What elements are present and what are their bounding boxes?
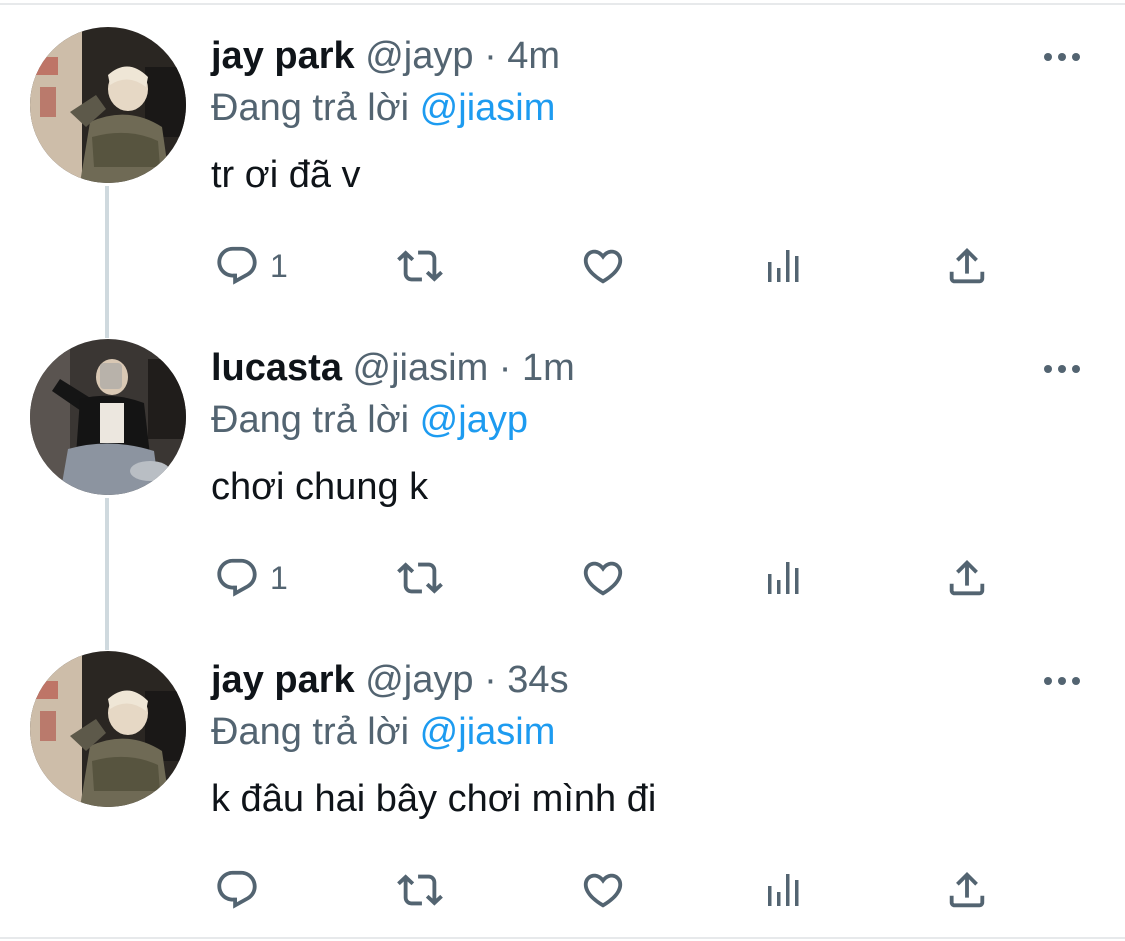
speech-bubble-icon xyxy=(217,870,257,909)
replying-to-label: Đang trả lời xyxy=(211,87,410,129)
separator-dot: · xyxy=(484,659,497,701)
share-button[interactable] xyxy=(944,236,990,296)
display-name[interactable]: jay park xyxy=(211,659,355,701)
tweet[interactable]: jay park @jayp · 4m Đang trả lời @jiasim… xyxy=(0,0,1125,312)
heart-icon xyxy=(583,561,623,596)
reply-count: 1 xyxy=(270,247,288,284)
timestamp[interactable]: 34s xyxy=(507,659,568,701)
replying-to: Đang trả lời @jayp xyxy=(211,396,528,444)
analytics-button[interactable] xyxy=(766,548,806,608)
tweet-text: tr ơi đã v xyxy=(211,154,361,196)
retweet-arrows-icon xyxy=(397,562,443,594)
speech-bubble-icon xyxy=(217,246,257,285)
heart-icon xyxy=(583,873,623,908)
tweet-header: jay park @jayp · 4m xyxy=(211,32,560,80)
separator-dot: · xyxy=(498,347,512,389)
heart-icon xyxy=(583,249,623,284)
action-bar: 1 xyxy=(0,548,1125,608)
bar-chart-icon xyxy=(768,874,799,906)
analytics-button[interactable] xyxy=(766,860,806,920)
mention-link[interactable]: @jiasim xyxy=(420,87,556,129)
bottom-divider xyxy=(0,937,1125,939)
retweet-button[interactable] xyxy=(392,548,448,608)
bar-chart-icon xyxy=(768,250,799,282)
mention-link[interactable]: @jayp xyxy=(420,399,528,441)
reply-button[interactable] xyxy=(214,860,270,920)
user-handle[interactable]: @jayp xyxy=(365,659,473,701)
retweet-button[interactable] xyxy=(392,860,448,920)
replying-to-label: Đang trả lời xyxy=(211,711,410,753)
action-bar xyxy=(0,860,1125,920)
timestamp[interactable]: 1m xyxy=(522,347,575,389)
retweet-arrows-icon xyxy=(397,250,443,282)
like-button[interactable] xyxy=(580,548,626,608)
three-dots-icon xyxy=(1044,677,1080,685)
mention-link[interactable]: @jiasim xyxy=(420,711,556,753)
three-dots-icon xyxy=(1044,53,1080,61)
avatar[interactable] xyxy=(30,651,186,807)
three-dots-icon xyxy=(1044,365,1080,373)
share-upload-icon xyxy=(949,871,985,908)
action-bar: 1 xyxy=(0,236,1125,296)
replying-to-label: Đang trả lời xyxy=(211,399,410,441)
timestamp[interactable]: 4m xyxy=(507,35,560,77)
retweet-arrows-icon xyxy=(397,874,443,906)
user-handle[interactable]: @jiasim xyxy=(353,347,489,389)
more-options-button[interactable] xyxy=(1040,666,1084,696)
tweet[interactable]: jay park @jayp · 34s Đang trả lời @jiasi… xyxy=(0,624,1125,936)
tweet-text: k đâu hai bây chơi mình đi xyxy=(211,778,657,820)
analytics-button[interactable] xyxy=(766,236,806,296)
display-name[interactable]: jay park xyxy=(211,35,355,77)
reply-count: 1 xyxy=(270,559,288,596)
share-upload-icon xyxy=(949,559,985,596)
tweet-header: lucasta @jiasim · 1m xyxy=(211,344,575,392)
retweet-button[interactable] xyxy=(392,236,448,296)
tweet-header: jay park @jayp · 34s xyxy=(211,656,569,704)
more-options-button[interactable] xyxy=(1040,354,1084,384)
display-name[interactable]: lucasta xyxy=(211,347,342,389)
like-button[interactable] xyxy=(580,236,626,296)
tweet[interactable]: lucasta @jiasim · 1m Đang trả lời @jayp … xyxy=(0,312,1125,624)
speech-bubble-icon xyxy=(217,558,257,597)
avatar[interactable] xyxy=(30,27,186,183)
user-handle[interactable]: @jayp xyxy=(365,35,473,77)
more-options-button[interactable] xyxy=(1040,42,1084,72)
share-upload-icon xyxy=(949,247,985,284)
tweet-text: chơi chung k xyxy=(211,466,429,508)
reply-button[interactable]: 1 xyxy=(214,236,288,296)
share-button[interactable] xyxy=(944,548,990,608)
replying-to: Đang trả lời @jiasim xyxy=(211,84,555,132)
bar-chart-icon xyxy=(768,562,799,594)
like-button[interactable] xyxy=(580,860,626,920)
replying-to: Đang trả lời @jiasim xyxy=(211,708,555,756)
reply-button[interactable]: 1 xyxy=(214,548,288,608)
share-button[interactable] xyxy=(944,860,990,920)
separator-dot: · xyxy=(484,35,497,77)
avatar[interactable] xyxy=(30,339,186,495)
